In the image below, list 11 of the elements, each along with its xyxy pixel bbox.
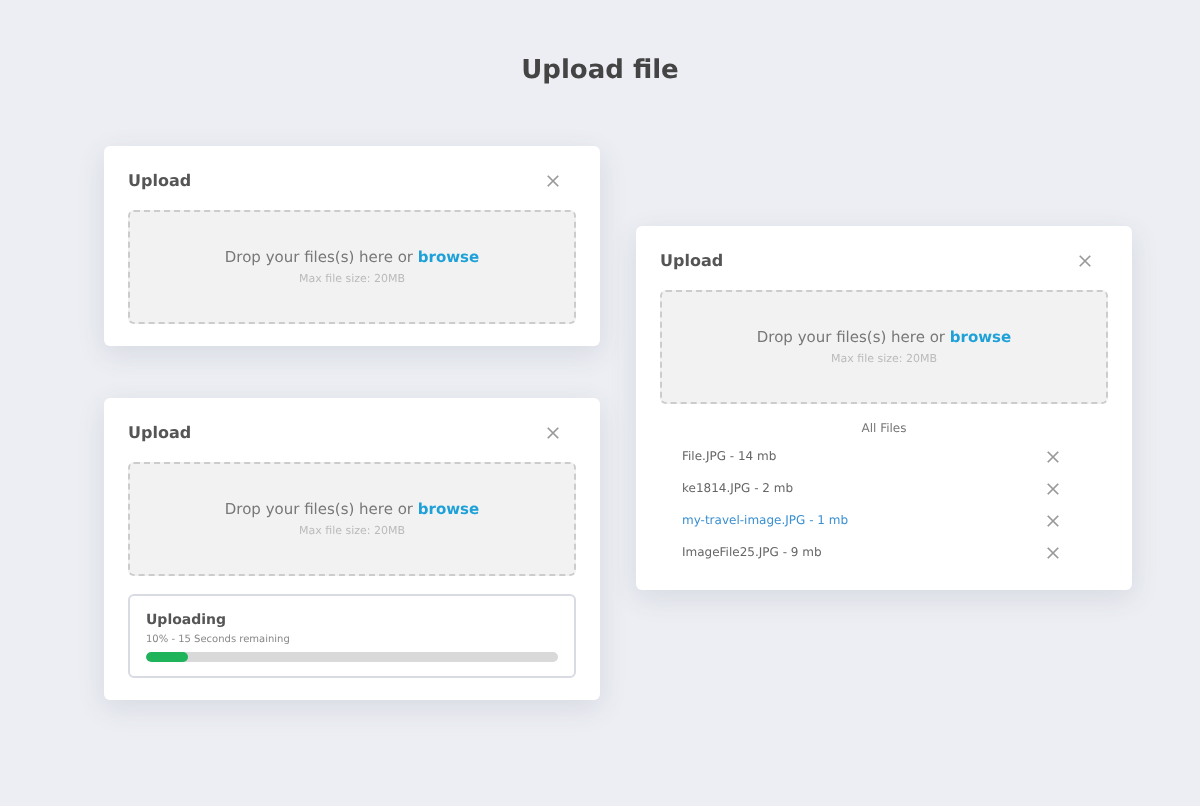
remove-icon[interactable] [1046, 545, 1060, 559]
remove-icon[interactable] [1046, 481, 1060, 495]
dialog-title: Upload [128, 424, 192, 442]
close-icon[interactable] [1078, 254, 1092, 268]
close-icon[interactable] [546, 426, 560, 440]
remove-icon[interactable] [1046, 449, 1060, 463]
page-title: Upload file [521, 56, 679, 86]
dialog-title: Upload [128, 172, 192, 190]
close-icon[interactable] [546, 174, 560, 188]
dialog-title: Upload [660, 252, 724, 270]
remove-icon[interactable] [1046, 513, 1060, 527]
